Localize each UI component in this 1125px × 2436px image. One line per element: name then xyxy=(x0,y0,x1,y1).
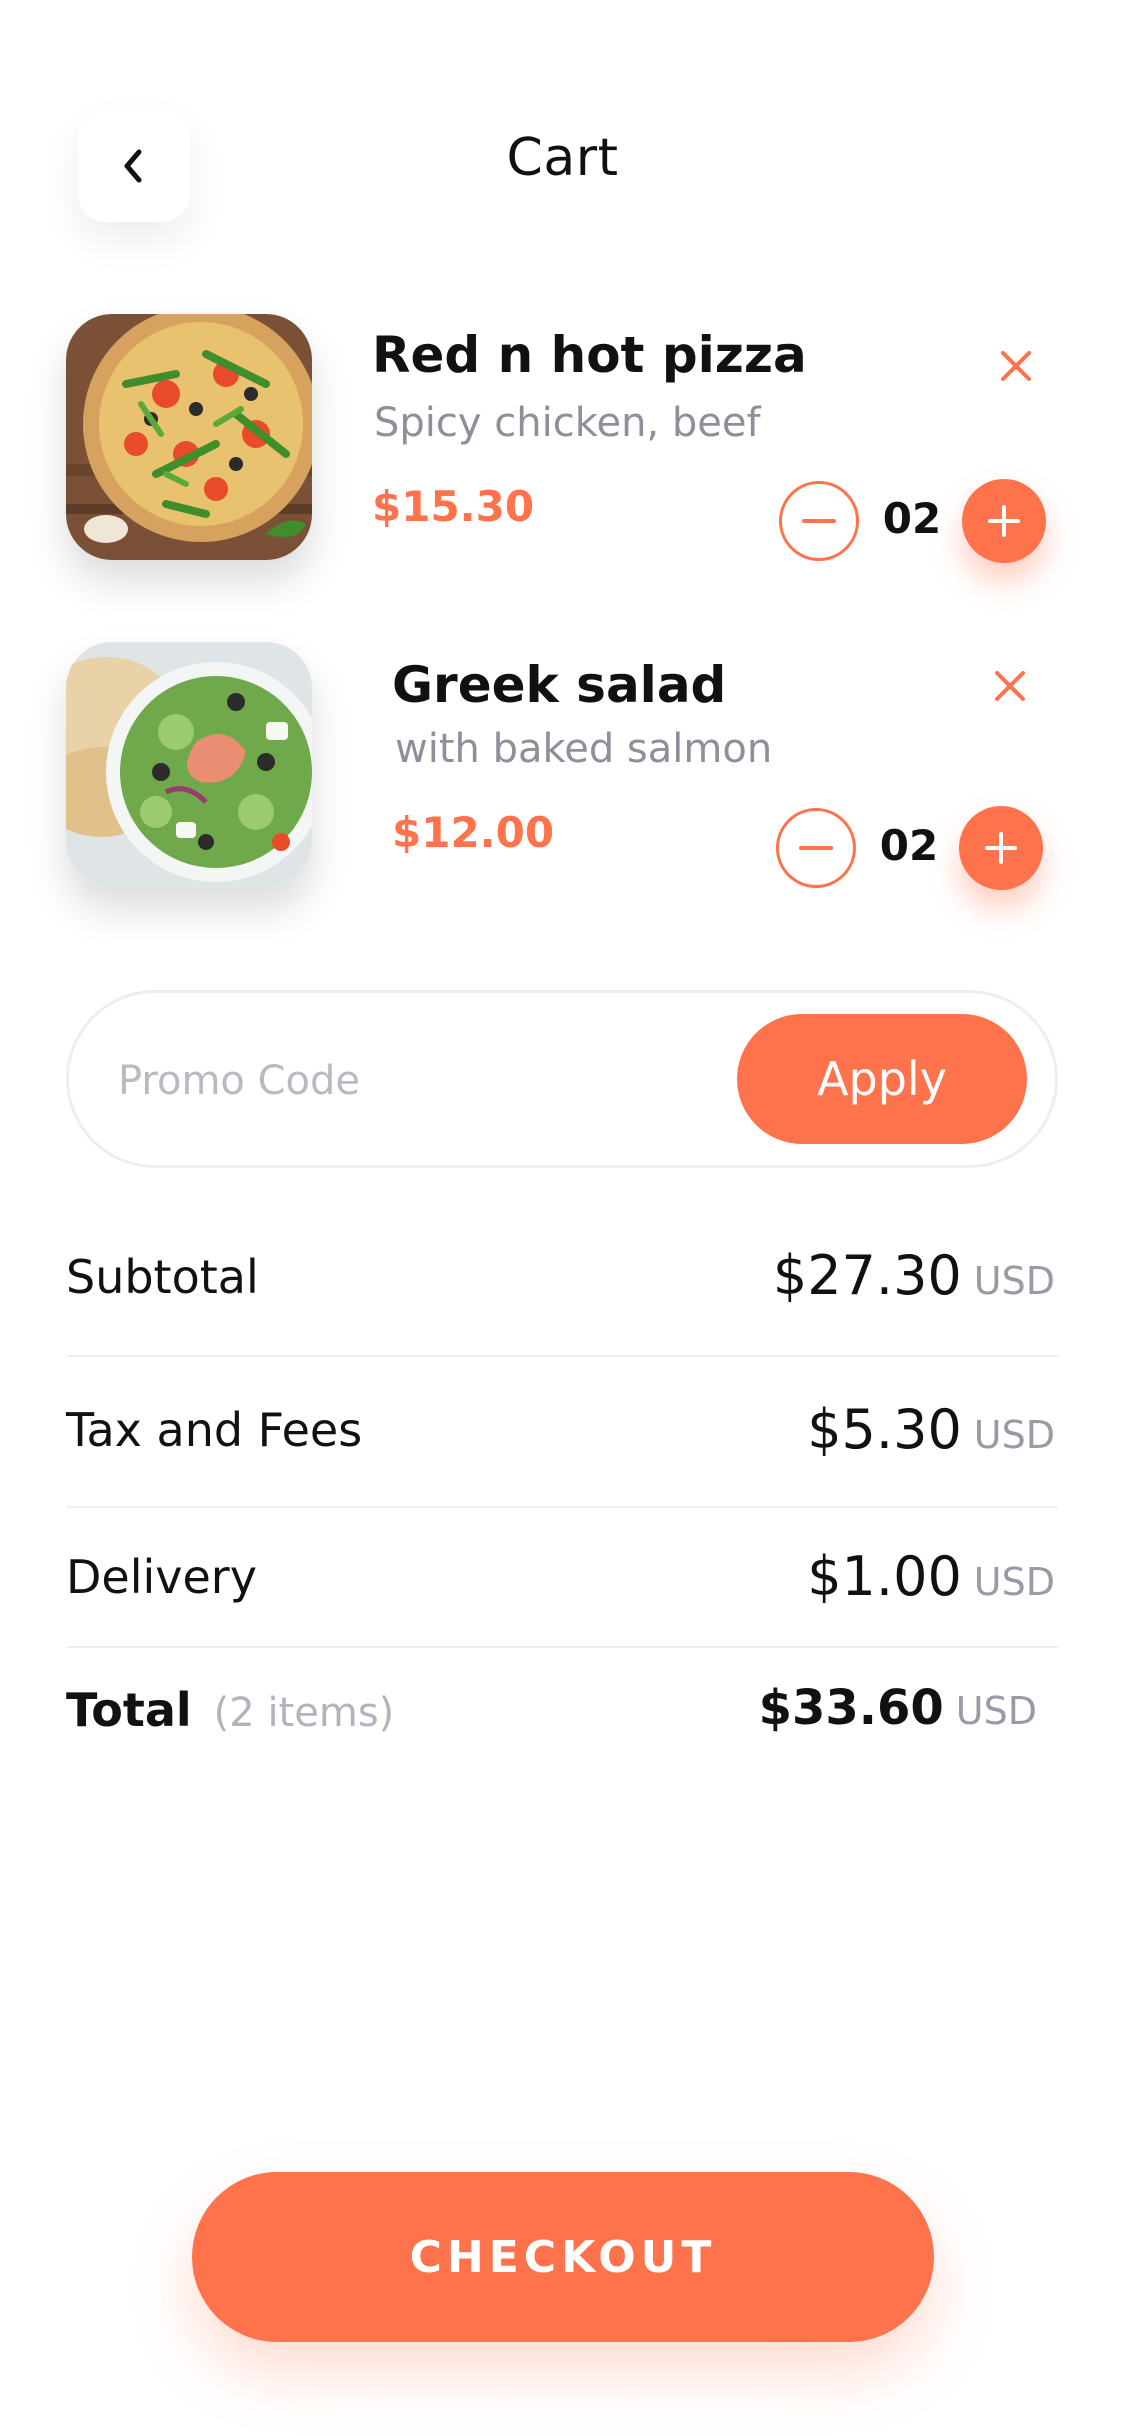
minus-icon xyxy=(799,846,833,850)
item-name: Red n hot pizza xyxy=(372,326,807,384)
increase-quantity-button[interactable] xyxy=(962,479,1046,563)
divider xyxy=(66,1506,1058,1508)
close-icon xyxy=(1001,351,1031,381)
total-items-count: (2 items) xyxy=(213,1690,395,1736)
tax-value: $5.30 USD xyxy=(807,1398,1055,1461)
subtotal-value: $27.30 USD xyxy=(773,1244,1055,1307)
remove-item-button[interactable] xyxy=(990,340,1042,392)
total-value: $33.60 USD xyxy=(759,1680,1037,1736)
delivery-amount: $1.00 xyxy=(807,1545,962,1608)
tax-label: Tax and Fees xyxy=(66,1403,363,1457)
total-label: Total xyxy=(66,1683,192,1737)
total-currency: USD xyxy=(955,1689,1037,1733)
page-title: Cart xyxy=(506,128,619,188)
minus-icon xyxy=(802,519,836,523)
subtotal-label: Subtotal xyxy=(66,1250,259,1304)
delivery-currency: USD xyxy=(973,1560,1055,1604)
total-row-label: Total (2 items) xyxy=(66,1683,394,1737)
decrease-quantity-button[interactable] xyxy=(779,481,859,561)
plus-icon xyxy=(985,832,1017,864)
item-description: Spicy chicken, beef xyxy=(374,400,761,446)
plus-icon xyxy=(988,505,1020,537)
divider xyxy=(66,1355,1058,1357)
item-price: $15.30 xyxy=(372,482,535,531)
item-description: with baked salmon xyxy=(395,726,773,772)
pizza-image xyxy=(66,314,312,560)
delivery-value: $1.00 USD xyxy=(807,1545,1055,1608)
apply-promo-button[interactable]: Apply xyxy=(737,1014,1027,1144)
salad-image xyxy=(66,642,312,888)
quantity-value: 02 xyxy=(879,821,939,870)
item-name: Greek salad xyxy=(392,656,727,714)
total-amount: $33.60 xyxy=(758,1680,944,1736)
divider xyxy=(66,1646,1058,1648)
subtotal-amount: $27.30 xyxy=(772,1244,962,1307)
subtotal-currency: USD xyxy=(973,1259,1055,1303)
decrease-quantity-button[interactable] xyxy=(776,808,856,888)
close-icon xyxy=(995,671,1025,701)
tax-amount: $5.30 xyxy=(807,1398,962,1461)
tax-currency: USD xyxy=(973,1413,1055,1457)
item-price: $12.00 xyxy=(392,808,555,857)
quantity-value: 02 xyxy=(882,494,942,543)
checkout-button[interactable]: CHECKOUT xyxy=(192,2172,934,2342)
delivery-label: Delivery xyxy=(66,1550,257,1604)
increase-quantity-button[interactable] xyxy=(959,806,1043,890)
remove-item-button[interactable] xyxy=(984,660,1036,712)
promo-code-input[interactable] xyxy=(116,1040,700,1122)
